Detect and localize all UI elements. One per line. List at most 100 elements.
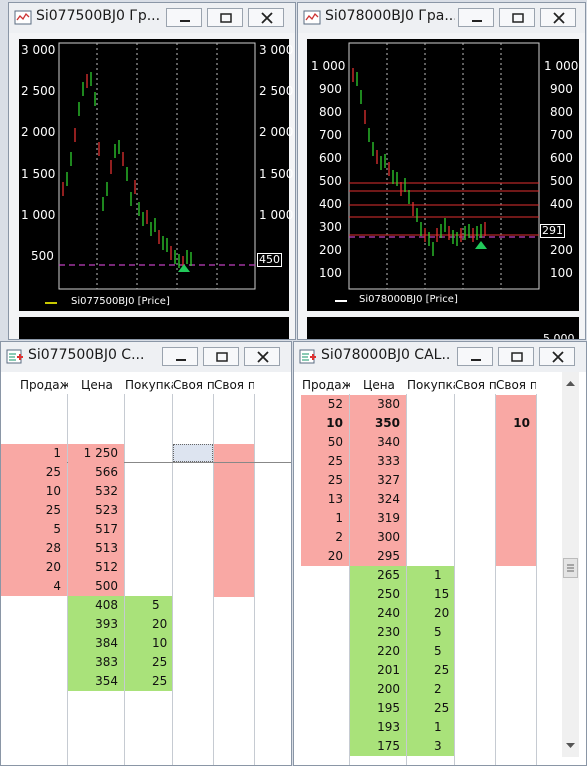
sell-qty-cell[interactable]: 10 [1,482,67,501]
column-header-own-1[interactable]: Своя п [455,378,496,392]
sell-price-cell[interactable]: 566 [68,463,124,482]
chart-window-2[interactable]: Si078000BJ0 Гра... 1 000 900 800 700 600… [297,2,586,340]
close-button[interactable] [244,347,280,366]
buy-price-cell[interactable]: 193 [350,718,406,737]
sell-qty-cell[interactable]: 10 [301,414,349,433]
title-bar[interactable]: Si077500BJ0 C... [1,342,291,372]
title-bar[interactable]: Si077500BJ0 Гр... [9,3,295,33]
scroll-thumb[interactable] [563,558,578,578]
title-bar[interactable]: Si078000BJ0 Гра... [298,3,585,33]
minimize-button[interactable] [166,8,202,27]
sell-qty-cell[interactable]: 25 [301,471,349,490]
title-bar[interactable]: Si078000BJ0 CAL... [294,342,586,372]
price-chart[interactable]: 3 000 2 500 2 000 1 500 1 000 500 3 000 … [19,39,293,311]
minimize-button[interactable] [162,347,198,366]
sell-price-cell[interactable]: 300 [350,528,406,547]
buy-qty-cell[interactable]: 5 [407,642,454,661]
sell-qty-cell[interactable]: 13 [301,490,349,509]
close-button[interactable] [248,8,284,27]
column-header-own-2[interactable]: Своя п [496,378,536,392]
buy-price-cell[interactable]: 240 [350,604,406,623]
selected-cell[interactable] [173,444,213,462]
column-header-price[interactable]: Цена [363,378,405,392]
scroll-up-icon[interactable] [562,376,579,390]
sell-qty-cell[interactable]: 25 [1,463,67,482]
sell-price-cell[interactable]: 517 [68,520,124,539]
sell-price-cell[interactable]: 513 [68,539,124,558]
sell-qty-cell[interactable]: 50 [301,433,349,452]
sell-qty-cell[interactable]: 1 [301,509,349,528]
buy-qty-cell[interactable]: 5 [407,623,454,642]
buy-price-cell[interactable]: 408 [68,596,124,615]
sell-price-cell[interactable]: 380 [350,395,406,414]
maximize-button[interactable] [203,347,239,366]
buy-price-cell[interactable]: 175 [350,737,406,756]
buy-price-cell[interactable]: 393 [68,615,124,634]
sell-price-cell[interactable]: 523 [68,501,124,520]
column-header-own-1[interactable]: Своя п [173,378,214,392]
buy-price-cell[interactable]: 195 [350,699,406,718]
buy-price-cell[interactable]: 250 [350,585,406,604]
sell-price-cell[interactable]: 324 [350,490,406,509]
buy-price-cell[interactable]: 230 [350,623,406,642]
buy-qty-cell[interactable]: 15 [407,585,454,604]
sell-price-cell[interactable]: 340 [350,433,406,452]
buy-qty-cell[interactable]: 25 [125,672,172,691]
close-button[interactable] [539,347,575,366]
order-book-table[interactable]: Продаж Цена Покупка Своя п Своя п 52 380 1… [294,372,586,765]
buy-price-cell[interactable]: 220 [350,642,406,661]
buy-qty-cell[interactable]: 20 [407,604,454,623]
column-header-buy[interactable]: Покупка [125,378,173,392]
buy-qty-cell[interactable]: 25 [407,699,454,718]
sell-price-cell[interactable]: 319 [350,509,406,528]
buy-price-cell[interactable]: 383 [68,653,124,672]
maximize-button[interactable] [498,347,534,366]
scroll-down-icon[interactable] [562,739,579,753]
column-header-sell[interactable]: Продаж [20,378,68,392]
sell-price-cell[interactable]: 333 [350,452,406,471]
minimize-button[interactable] [457,347,493,366]
buy-qty-cell[interactable]: 20 [125,615,172,634]
sell-price-cell[interactable]: 327 [350,471,406,490]
buy-qty-cell[interactable]: 25 [407,661,454,680]
sell-price-cell[interactable]: 532 [68,482,124,501]
column-header-price[interactable]: Цена [81,378,123,392]
sell-price-cell[interactable]: 500 [68,577,124,596]
buy-qty-cell[interactable]: 25 [125,653,172,672]
sell-qty-cell[interactable]: 28 [1,539,67,558]
vertical-scrollbar[interactable] [562,372,579,757]
sell-qty-cell[interactable]: 25 [1,501,67,520]
price-chart[interactable]: 1 000 900 800 700 600 500 400 300 200 10… [307,39,579,311]
order-book-table[interactable]: Продаж Цена Покупка Своя п Своя п 11 250… [1,372,291,765]
column-header-buy[interactable]: Покупка [407,378,455,392]
sell-qty-cell[interactable]: 5 [1,520,67,539]
sell-qty-cell[interactable]: 1 [1,444,67,463]
buy-qty-cell[interactable]: 3 [407,737,454,756]
sell-qty-cell[interactable]: 20 [301,547,349,566]
maximize-button[interactable] [499,8,535,27]
sell-price-cell[interactable]: 512 [68,558,124,577]
sell-price-cell[interactable]: 350 [350,414,406,433]
column-header-own-2[interactable]: Своя п [214,378,254,392]
buy-price-cell[interactable]: 384 [68,634,124,653]
sell-price-cell[interactable]: 295 [350,547,406,566]
buy-price-cell[interactable]: 200 [350,680,406,699]
order-book-window-2[interactable]: Si078000BJ0 CAL... Продаж Цена Покупка С… [293,341,587,766]
buy-qty-cell[interactable]: 10 [125,634,172,653]
buy-price-cell[interactable]: 201 [350,661,406,680]
close-button[interactable] [540,8,576,27]
sell-price-cell[interactable]: 1 250 [68,444,124,463]
sell-qty-cell[interactable]: 2 [301,528,349,547]
buy-price-cell[interactable]: 265 [350,566,406,585]
buy-qty-cell[interactable]: 1 [407,718,454,737]
minimize-button[interactable] [458,8,494,27]
sell-qty-cell[interactable]: 25 [301,452,349,471]
buy-qty-cell[interactable]: 2 [407,680,454,699]
own-order-cell[interactable]: 10 [496,414,536,433]
sell-qty-cell[interactable]: 4 [1,577,67,596]
buy-price-cell[interactable]: 354 [68,672,124,691]
order-book-window-1[interactable]: Si077500BJ0 C... Продаж Цена Покупка Сво… [0,341,292,766]
chart-window-1[interactable]: Si077500BJ0 Гр... 3 000 2 500 2 000 1 50… [8,2,296,340]
buy-qty-cell[interactable]: 1 [407,566,454,585]
buy-qty-cell[interactable]: 5 [125,596,172,615]
